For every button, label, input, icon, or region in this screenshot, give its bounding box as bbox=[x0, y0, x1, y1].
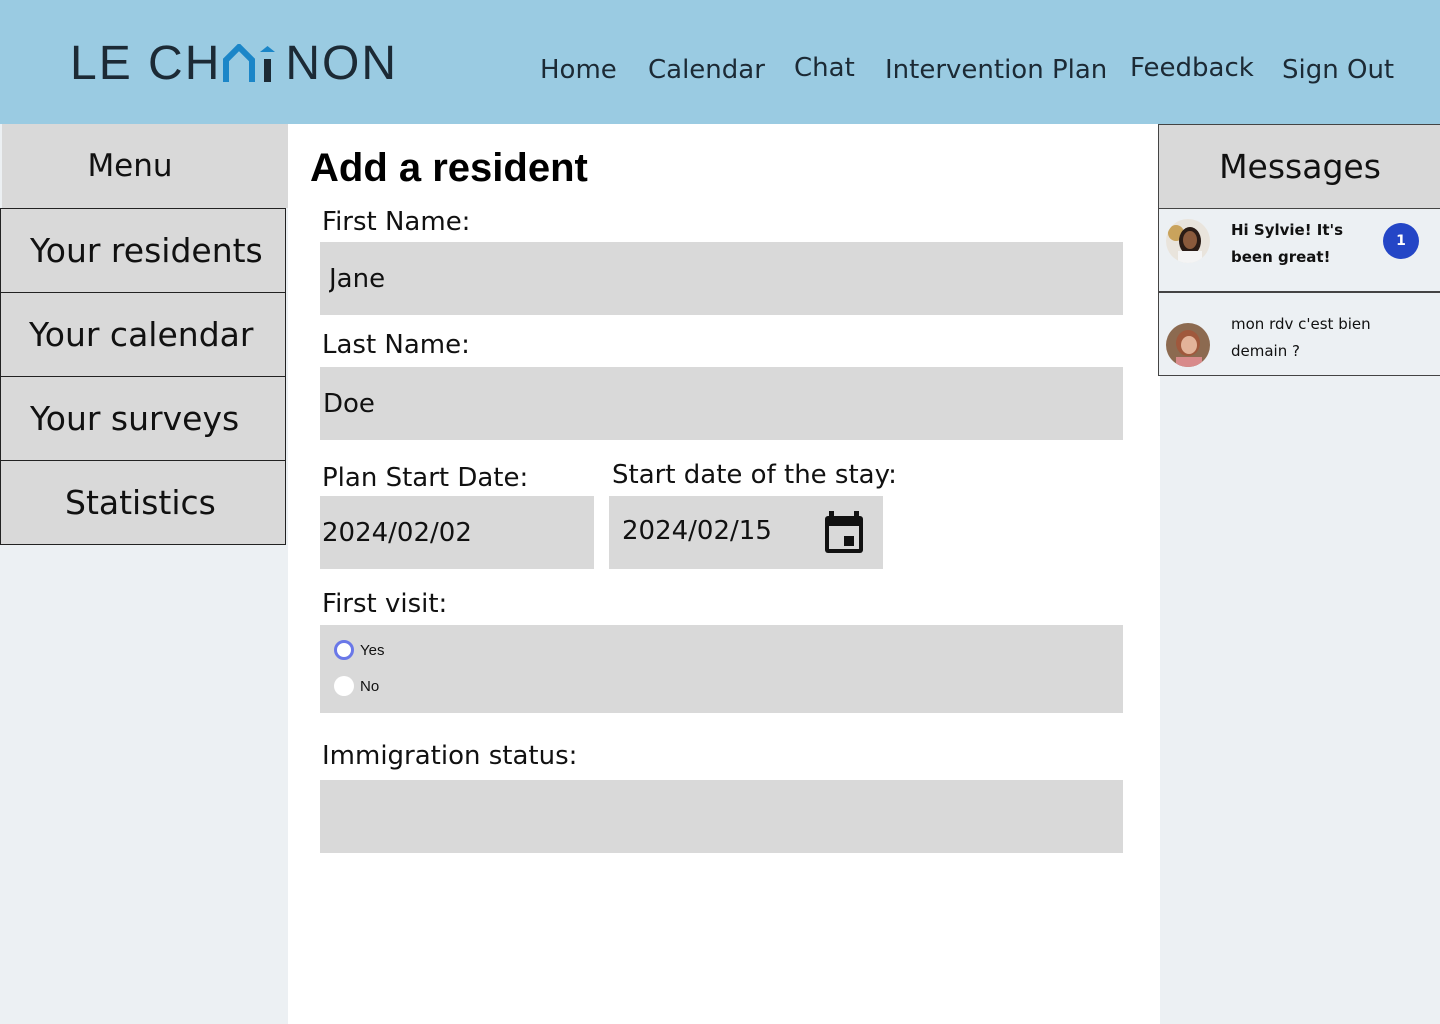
first-visit-option-yes[interactable]: Yes bbox=[334, 640, 384, 660]
plan-start-date-input[interactable] bbox=[320, 496, 594, 569]
sidebar-item-your-calendar[interactable]: Your calendar bbox=[0, 292, 286, 377]
stay-start-date-value: 2024/02/15 bbox=[622, 516, 772, 546]
last-name-input[interactable] bbox=[320, 367, 1123, 440]
radio-yes-label: Yes bbox=[360, 641, 385, 659]
page-title: Add a resident bbox=[310, 146, 588, 190]
first-visit-group: Yes No bbox=[320, 625, 1123, 713]
stay-start-date-field[interactable]: 2024/02/15 bbox=[609, 496, 883, 569]
avatar bbox=[1166, 323, 1210, 367]
sidebar-title: Menu bbox=[2, 124, 288, 208]
nav-calendar[interactable]: Calendar bbox=[648, 50, 765, 90]
avatar bbox=[1166, 219, 1210, 263]
first-visit-label: First visit: bbox=[322, 589, 448, 619]
plan-start-date-label: Plan Start Date: bbox=[322, 463, 529, 493]
add-resident-form: Add a resident First Name: Last Name: Pl… bbox=[288, 124, 1160, 1024]
first-visit-option-no[interactable]: No bbox=[334, 676, 379, 696]
messages-title: Messages bbox=[1158, 124, 1440, 209]
radio-yes[interactable] bbox=[334, 640, 354, 660]
left-sidebar: Menu Your residents Your calendar Your s… bbox=[0, 124, 288, 1024]
message-item[interactable]: mon rdv c'est bien demain ? bbox=[1158, 292, 1440, 376]
calendar-icon[interactable] bbox=[823, 511, 865, 555]
nav-home[interactable]: Home bbox=[540, 50, 617, 90]
radio-no[interactable] bbox=[334, 676, 354, 696]
sidebar-item-your-surveys[interactable]: Your surveys bbox=[0, 376, 286, 461]
messages-panel: Messages Hi Sylvie! It's been great! 1 m… bbox=[1158, 124, 1440, 1024]
immigration-status-label: Immigration status: bbox=[322, 741, 578, 771]
main-nav: Home Calendar Chat Intervention Plan Fee… bbox=[0, 48, 1440, 88]
nav-chat[interactable]: Chat bbox=[794, 48, 855, 88]
stay-start-date-label: Start date of the stay: bbox=[612, 460, 897, 490]
sidebar-item-your-residents[interactable]: Your residents bbox=[0, 208, 286, 293]
radio-no-label: No bbox=[360, 677, 380, 695]
last-name-label: Last Name: bbox=[322, 330, 470, 360]
nav-intervention-plan[interactable]: Intervention Plan bbox=[885, 50, 1107, 90]
unread-badge: 1 bbox=[1383, 223, 1419, 259]
top-header: LE CH NON Home Calendar Chat Interventio… bbox=[0, 0, 1440, 124]
sidebar-item-statistics[interactable]: Statistics bbox=[0, 460, 286, 545]
immigration-status-input[interactable] bbox=[320, 780, 1123, 853]
first-name-label: First Name: bbox=[322, 207, 471, 237]
first-name-input[interactable] bbox=[320, 242, 1123, 315]
message-item[interactable]: Hi Sylvie! It's been great! 1 bbox=[1158, 208, 1440, 292]
message-preview: mon rdv c'est bien demain ? bbox=[1231, 315, 1371, 360]
nav-feedback[interactable]: Feedback bbox=[1130, 48, 1254, 88]
nav-sign-out[interactable]: Sign Out bbox=[1282, 50, 1394, 90]
message-preview: Hi Sylvie! It's been great! bbox=[1231, 221, 1344, 266]
